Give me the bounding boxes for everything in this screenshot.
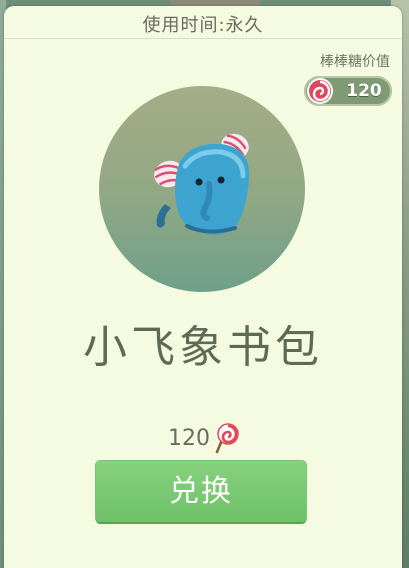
lollipop-icon xyxy=(307,78,333,104)
panel-header: 使用时间:永久 xyxy=(4,6,402,39)
exchange-panel: 使用时间:永久 棒棒糖价值 120 小飞象书包 120 兑换 xyxy=(4,6,402,568)
candy-value-label: 棒棒糖价值 xyxy=(320,54,390,70)
item-image xyxy=(99,86,305,292)
price-row: 120 xyxy=(164,422,254,454)
candy-value-amount: 120 xyxy=(346,81,382,101)
item-name: 小飞象书包 xyxy=(83,322,323,373)
usage-time-label: 使用时间:永久 xyxy=(142,15,264,36)
elephant-backpack-icon xyxy=(154,133,250,235)
price-amount: 120 xyxy=(168,426,210,451)
candy-value-badge: 120 xyxy=(304,76,392,106)
exchange-button[interactable]: 兑换 xyxy=(96,461,306,522)
lollipop-icon xyxy=(215,423,239,454)
